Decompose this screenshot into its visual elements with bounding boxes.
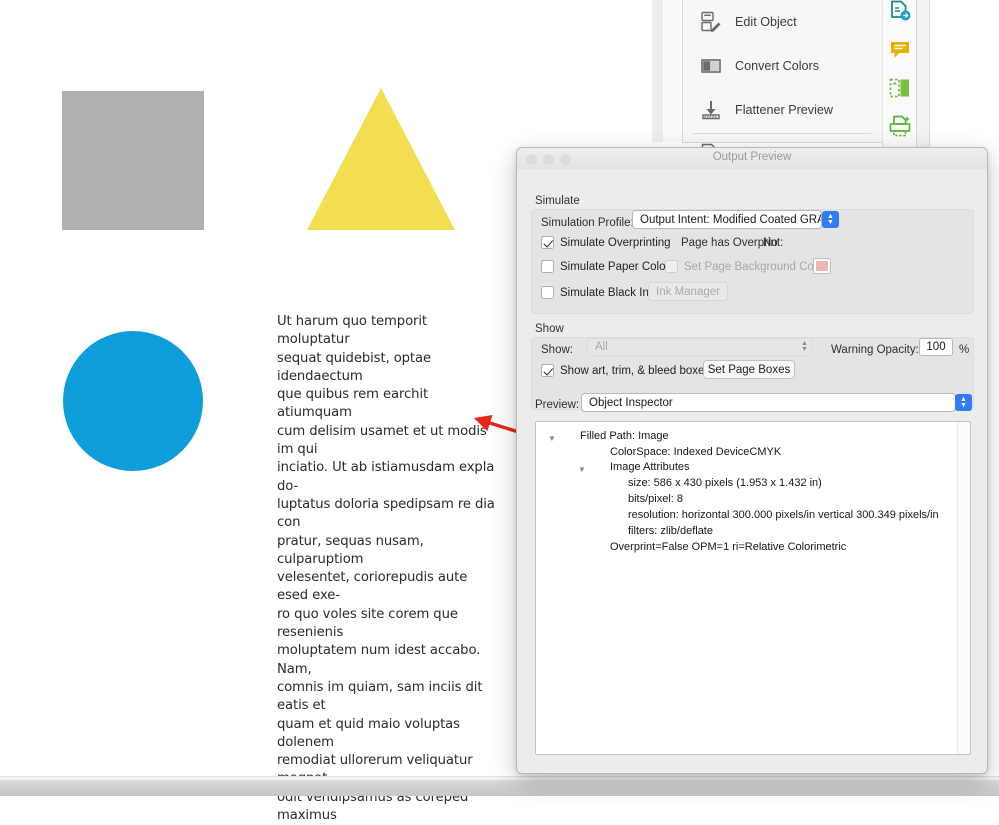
icon-rail (882, 0, 917, 148)
set-page-boxes-button[interactable]: Set Page Boxes (703, 360, 795, 379)
simulate-group-title: Simulate (535, 195, 580, 207)
print-production-icon[interactable] (888, 114, 912, 138)
inspector-row[interactable]: filters: zlib/deflate (628, 525, 713, 537)
convert-colors-icon (699, 54, 723, 78)
simulate-paper-color-label: Simulate Paper Color (560, 261, 670, 273)
page-background-color-well[interactable] (813, 258, 831, 274)
simulate-paper-color-checkbox[interactable] (541, 260, 554, 273)
yellow-triangle-shape[interactable] (307, 88, 455, 230)
window-titlebar[interactable]: Output Preview (517, 148, 987, 170)
show-dropdown: All (587, 338, 812, 356)
inspector-row[interactable]: bits/pixel: 8 (628, 493, 683, 505)
object-inspector-list[interactable]: ▼ Filled Path: Image ColorSpace: Indexed… (535, 421, 971, 755)
comment-icon[interactable] (888, 38, 912, 62)
body-text-block[interactable]: Ut harum quo temporit moluptatur sequat … (277, 313, 501, 825)
ink-manager-button: Ink Manager (648, 282, 728, 301)
tools-panel-divider (693, 133, 871, 134)
blue-circle-shape[interactable] (63, 331, 203, 471)
gray-rectangle-shape[interactable] (62, 91, 204, 230)
simulation-profile-dropdown[interactable]: Output Intent: Modified Coated GRACoL... (632, 210, 822, 229)
edit-object-icon (699, 10, 723, 34)
warning-opacity-unit: % (959, 344, 970, 356)
inspector-row[interactable]: Filled Path: Image (580, 430, 669, 442)
page-bottom-shadow (0, 780, 999, 796)
inspector-row[interactable]: ColorSpace: Indexed DeviceCMYK (610, 446, 781, 458)
tools-panel-gutter (663, 0, 683, 142)
simulate-black-ink-label: Simulate Black Ink (560, 287, 655, 299)
tools-panel: Edit Object Convert Colors Flattener Pre… (682, 0, 884, 165)
inspector-row[interactable]: size: 586 x 430 pixels (1.953 x 1.432 in… (628, 477, 822, 489)
show-boxes-label: Show art, trim, & bleed boxes (560, 365, 711, 377)
tool-item-label: Flattener Preview (735, 103, 833, 117)
disclosure-triangle-icon[interactable]: ▼ (578, 465, 586, 474)
window-title: Output Preview (712, 151, 792, 163)
simulation-profile-label: Simulation Profile: (541, 217, 634, 229)
simulate-overprinting-label: Simulate Overprinting (560, 237, 671, 249)
simulate-black-ink-checkbox[interactable] (541, 286, 554, 299)
inspector-row[interactable]: resolution: horizontal 300.000 pixels/in… (628, 509, 939, 521)
tool-item-edit-object[interactable]: Edit Object (683, 0, 883, 44)
tool-item-convert-colors[interactable]: Convert Colors (683, 44, 883, 88)
tool-item-label: Convert Colors (735, 59, 819, 73)
export-pdf-icon[interactable] (888, 0, 912, 24)
show-boxes-checkbox[interactable] (541, 364, 554, 377)
output-preview-body: Simulate Simulation Profile: Output Inte… (517, 169, 987, 773)
tool-item-flattener-preview[interactable]: Flattener Preview (683, 88, 883, 132)
set-page-background-color-label: Set Page Background Color (684, 261, 827, 273)
show-label: Show: (541, 344, 573, 356)
tool-item-label: Edit Object (735, 15, 797, 29)
preview-mode-dropdown[interactable]: Object Inspector (581, 393, 956, 412)
icon-rail-outer-gutter (915, 0, 930, 148)
set-page-background-color-checkbox (665, 260, 678, 273)
disclosure-triangle-icon[interactable]: ▼ (548, 434, 556, 443)
simulation-profile-stepper-icon[interactable]: ▲ ▼ (822, 211, 839, 228)
show-group-title: Show (535, 323, 564, 335)
output-preview-window[interactable]: Output Preview Simulate Simulation Profi… (516, 147, 988, 774)
warning-opacity-input[interactable]: 100 (919, 338, 953, 356)
flattener-preview-icon (699, 98, 723, 122)
warning-opacity-label: Warning Opacity: (831, 344, 919, 356)
split-page-icon[interactable] (888, 76, 912, 100)
inspector-row[interactable]: Overprint=False OPM=1 ri=Relative Colori… (610, 541, 846, 553)
page-has-overprint-value: No (763, 237, 778, 249)
inspector-scrollbar[interactable] (957, 422, 970, 754)
inspector-row[interactable]: Image Attributes (610, 461, 690, 473)
simulate-overprinting-checkbox[interactable] (541, 236, 554, 249)
show-stepper-icon: ▲ ▼ (801, 340, 808, 353)
preview-label: Preview: (535, 399, 580, 411)
preview-mode-stepper-icon[interactable]: ▲ ▼ (955, 394, 972, 411)
